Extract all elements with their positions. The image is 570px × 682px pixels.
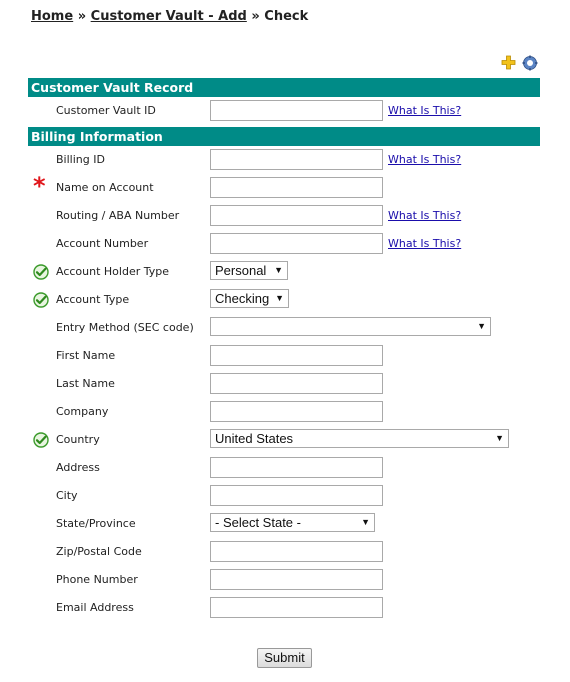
- account-number-input[interactable]: [210, 233, 383, 254]
- zip-input[interactable]: [210, 541, 383, 562]
- row-account-type: Account Type Checking ▼: [0, 287, 570, 315]
- account-number-label: Account Number: [56, 237, 149, 250]
- check-icon: [33, 264, 49, 280]
- phone-label: Phone Number: [56, 573, 138, 586]
- row-name-on-account: * Name on Account: [0, 172, 570, 203]
- zip-label: Zip/Postal Code: [56, 545, 142, 558]
- account-holder-type-label: Account Holder Type: [56, 265, 170, 278]
- breadcrumb-separator: »: [77, 9, 87, 24]
- phone-input[interactable]: [210, 569, 383, 590]
- row-first-name: First Name: [0, 343, 570, 371]
- last-name-input[interactable]: [210, 373, 383, 394]
- state-label: State/Province: [56, 517, 136, 530]
- account-type-select[interactable]: Checking ▼: [210, 289, 289, 308]
- chevron-down-icon: ▼: [495, 433, 504, 443]
- breadcrumb: Home » Customer Vault - Add » Check: [31, 9, 308, 24]
- row-company: Company: [0, 399, 570, 427]
- billing-id-label: Billing ID: [56, 153, 105, 166]
- entry-method-select[interactable]: ▼: [210, 317, 491, 336]
- required-asterisk-icon: *: [33, 172, 46, 200]
- customer-vault-id-input[interactable]: [210, 100, 383, 121]
- chevron-down-icon: ▼: [361, 517, 370, 527]
- chevron-down-icon: ▼: [274, 265, 283, 275]
- name-on-account-label: Name on Account: [56, 181, 154, 194]
- email-input[interactable]: [210, 597, 383, 618]
- address-label: Address: [56, 461, 100, 474]
- company-input[interactable]: [210, 401, 383, 422]
- submit-button[interactable]: Submit: [257, 648, 312, 668]
- account-holder-type-select[interactable]: Personal ▼: [210, 261, 288, 280]
- billing-id-help-link[interactable]: What Is This?: [388, 153, 461, 166]
- country-value: United States: [215, 431, 294, 446]
- last-name-label: Last Name: [56, 377, 115, 390]
- routing-number-help-link[interactable]: What Is This?: [388, 209, 461, 222]
- entry-method-label: Entry Method (SEC code): [56, 321, 194, 334]
- billing-id-input[interactable]: [210, 149, 383, 170]
- row-billing-id: Billing ID What Is This?: [0, 147, 570, 175]
- row-state: State/Province - Select State - ▼: [0, 511, 570, 539]
- section-header-vault: Customer Vault Record: [28, 78, 540, 97]
- address-input[interactable]: [210, 457, 383, 478]
- breadcrumb-home-link[interactable]: Home: [31, 9, 73, 24]
- section-header-billing: Billing Information: [28, 127, 540, 146]
- chevron-down-icon: ▼: [275, 293, 284, 303]
- account-number-help-link[interactable]: What Is This?: [388, 237, 461, 250]
- email-label: Email Address: [56, 601, 134, 614]
- check-icon: [33, 432, 49, 448]
- toolbar: [501, 55, 540, 71]
- routing-number-input[interactable]: [210, 205, 383, 226]
- breadcrumb-separator: »: [251, 9, 260, 24]
- routing-number-label: Routing / ABA Number: [56, 209, 180, 222]
- country-label: Country: [56, 433, 100, 446]
- first-name-label: First Name: [56, 349, 116, 362]
- breadcrumb-vault-add-link[interactable]: Customer Vault - Add: [91, 9, 247, 24]
- state-select[interactable]: - Select State - ▼: [210, 513, 375, 532]
- settings-icon[interactable]: [522, 55, 538, 74]
- row-email: Email Address: [0, 595, 570, 623]
- row-routing-number: Routing / ABA Number What Is This?: [0, 203, 570, 231]
- account-holder-type-value: Personal: [215, 263, 267, 278]
- chevron-down-icon: ▼: [477, 321, 486, 331]
- city-label: City: [56, 489, 78, 502]
- company-label: Company: [56, 405, 109, 418]
- add-icon[interactable]: [501, 55, 516, 73]
- row-account-holder-type: Account Holder Type Personal ▼: [0, 259, 570, 287]
- country-select[interactable]: United States ▼: [210, 429, 509, 448]
- row-phone: Phone Number: [0, 567, 570, 595]
- customer-vault-id-help-link[interactable]: What Is This?: [388, 104, 461, 117]
- row-customer-vault-id: Customer Vault ID What Is This?: [0, 98, 570, 126]
- row-account-number: Account Number What Is This?: [0, 231, 570, 259]
- row-last-name: Last Name: [0, 371, 570, 399]
- breadcrumb-current: Check: [264, 9, 309, 24]
- row-country: Country United States ▼: [0, 427, 570, 455]
- name-on-account-input[interactable]: [210, 177, 383, 198]
- first-name-input[interactable]: [210, 345, 383, 366]
- city-input[interactable]: [210, 485, 383, 506]
- row-entry-method: Entry Method (SEC code) ▼: [0, 315, 570, 343]
- check-icon: [33, 292, 49, 308]
- row-address: Address: [0, 455, 570, 483]
- account-type-label: Account Type: [56, 293, 130, 306]
- customer-vault-id-label: Customer Vault ID: [56, 104, 156, 117]
- state-value: - Select State -: [215, 515, 301, 530]
- account-type-value: Checking: [215, 291, 270, 306]
- row-city: City: [0, 483, 570, 511]
- row-zip: Zip/Postal Code: [0, 539, 570, 567]
